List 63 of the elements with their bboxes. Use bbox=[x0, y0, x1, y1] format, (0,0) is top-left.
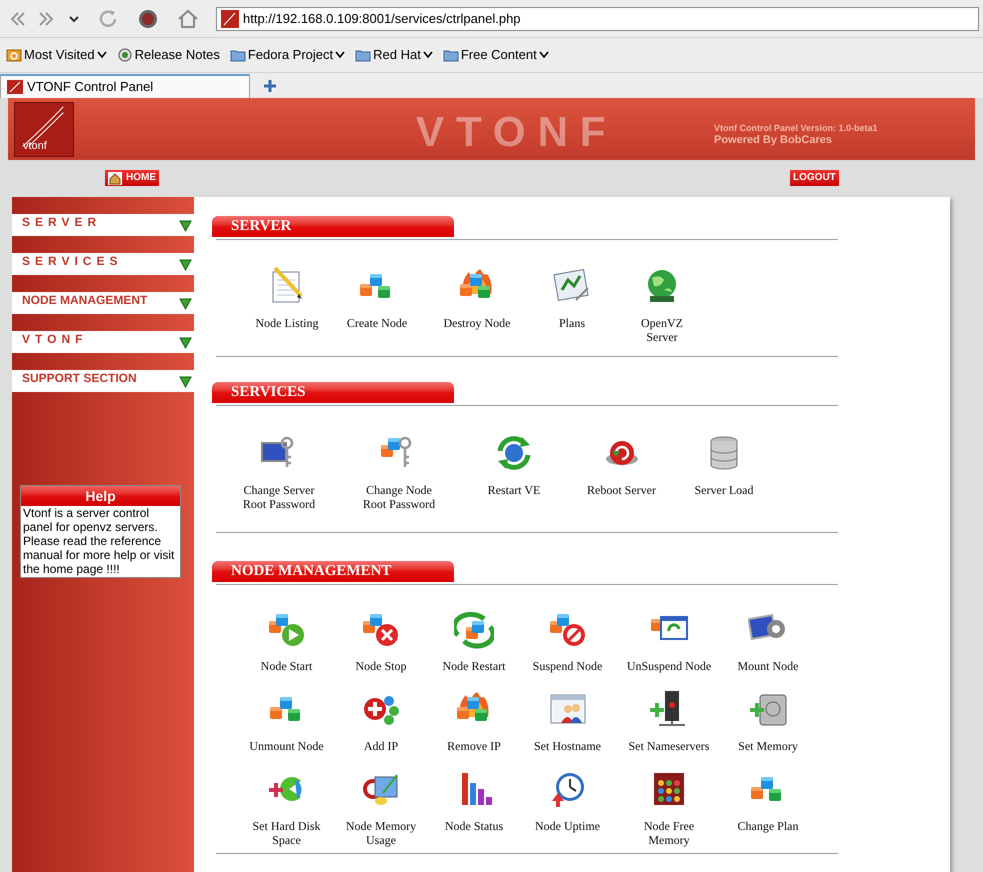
panel-link[interactable]: Set Hard Disk Space bbox=[239, 769, 334, 853]
panel-link[interactable]: Server Load bbox=[669, 433, 779, 532]
panel-link[interactable]: Node Stop bbox=[334, 609, 428, 679]
panel-link[interactable]: Unmount Node bbox=[239, 689, 334, 759]
version-text: Vtonf Control Panel Version: 1.0-beta1 bbox=[714, 122, 878, 134]
expand-arrow-icon bbox=[179, 298, 192, 310]
panel-link[interactable]: Change Node Root Password bbox=[344, 433, 454, 532]
expand-arrow-icon bbox=[179, 259, 192, 271]
logo-icon bbox=[221, 10, 239, 28]
powered-by-text: Powered By BobCares bbox=[714, 134, 833, 147]
home-button[interactable]: HOME bbox=[105, 170, 159, 186]
logout-button[interactable]: LOGOUT bbox=[790, 170, 839, 186]
rss-folder-icon bbox=[6, 47, 22, 63]
bookmark-item[interactable]: Free Content bbox=[442, 45, 549, 65]
cubes-arrows-icon bbox=[454, 609, 494, 649]
url-field[interactable]: http://192.168.0.109:8001/services/ctrlpanel.php bbox=[216, 6, 979, 30]
panel-link[interactable]: Change Server Root Password bbox=[214, 433, 344, 532]
panel-link[interactable]: OpenVZ Server bbox=[612, 266, 712, 356]
panel-link[interactable]: Reboot Server bbox=[574, 433, 669, 532]
sidebar-item[interactable]: NODE MANAGEMENT bbox=[12, 292, 194, 314]
panel-link[interactable]: Node Uptime bbox=[520, 769, 615, 853]
bookmark-item[interactable]: Fedora Project bbox=[230, 45, 346, 65]
section-header: NODE MANAGEMENT bbox=[212, 561, 454, 582]
sidebar-item[interactable]: SERVICES bbox=[12, 253, 194, 275]
logo-icon: vtonf bbox=[14, 102, 74, 156]
new-tab-icon[interactable] bbox=[262, 78, 278, 94]
panel-link[interactable]: Destroy Node bbox=[422, 266, 532, 356]
panel-link[interactable]: Plans bbox=[532, 266, 612, 356]
section-header: SERVICES bbox=[212, 382, 454, 403]
panel-link[interactable]: Node Start bbox=[239, 609, 334, 679]
expand-arrow-icon bbox=[179, 376, 192, 388]
bookmark-item[interactable]: Red Hat bbox=[355, 45, 433, 65]
panel-link[interactable]: Change Plan bbox=[723, 769, 813, 853]
panel-link[interactable]: Node Memory Usage bbox=[334, 769, 428, 853]
panel-link[interactable]: Create Node bbox=[332, 266, 422, 356]
panel-link[interactable]: Remove IP bbox=[428, 689, 520, 759]
panel-link[interactable]: Restart VE bbox=[454, 433, 574, 532]
sidebar-item[interactable]: SERVER bbox=[12, 214, 194, 236]
expand-arrow-icon bbox=[179, 220, 192, 232]
panel-link[interactable]: Node Status bbox=[428, 769, 520, 853]
panel-link[interactable]: Add IP bbox=[334, 689, 428, 759]
panel-link[interactable]: Node Restart bbox=[428, 609, 520, 679]
page-icon bbox=[116, 47, 133, 63]
sidebar-item[interactable]: VTONF bbox=[12, 331, 194, 353]
panel-link[interactable]: UnSuspend Node bbox=[615, 609, 723, 679]
sidebar-item[interactable]: SUPPORT SECTION bbox=[12, 370, 194, 392]
logo-icon bbox=[7, 80, 23, 94]
bookmark-item[interactable]: Release Notes bbox=[116, 45, 220, 65]
panel-link[interactable]: Set Memory bbox=[723, 689, 813, 759]
panel-link[interactable]: Set Nameservers bbox=[615, 689, 723, 759]
bookmark-item[interactable]: Most Visited bbox=[6, 45, 107, 65]
help-text: Vtonf is a server control panel for openvz servers. Please read the reference manual for more help or visit the home page !!!! bbox=[22, 506, 176, 577]
panel-link[interactable]: Node Free Memory bbox=[615, 769, 723, 853]
browser-tab[interactable]: VTONF Control Panel bbox=[0, 74, 250, 98]
banner-title: VTONF bbox=[416, 107, 618, 157]
expand-arrow-icon bbox=[179, 337, 192, 349]
panel-link[interactable]: Suspend Node bbox=[520, 609, 615, 679]
section-header: SERVER bbox=[212, 216, 454, 237]
help-title: Help bbox=[21, 486, 180, 506]
house-icon bbox=[108, 172, 122, 184]
panel-link[interactable]: Set Hostname bbox=[520, 689, 615, 759]
panel-link[interactable]: Node Listing bbox=[242, 266, 332, 356]
panel-link[interactable]: Mount Node bbox=[723, 609, 813, 679]
